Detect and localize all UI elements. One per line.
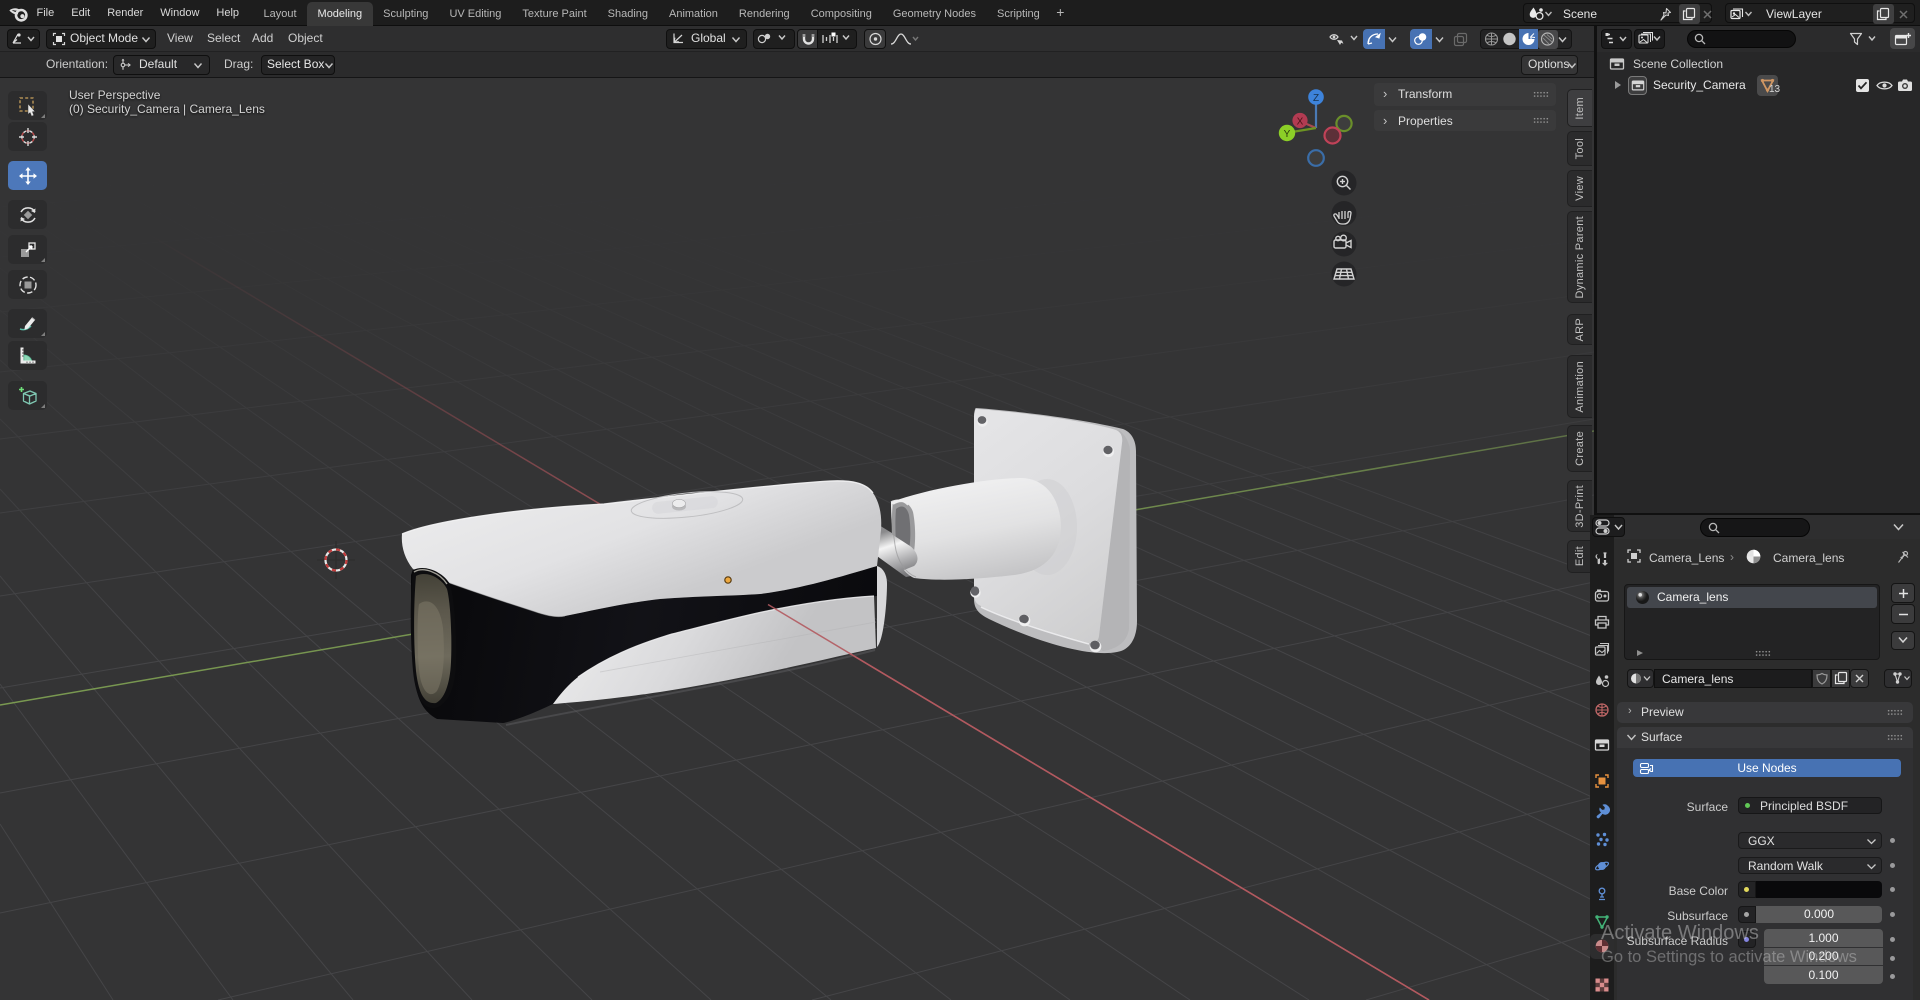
svg-text:X: X xyxy=(1297,117,1304,128)
svg-text:Z: Z xyxy=(1313,93,1319,104)
svg-text:Y: Y xyxy=(1284,129,1291,140)
